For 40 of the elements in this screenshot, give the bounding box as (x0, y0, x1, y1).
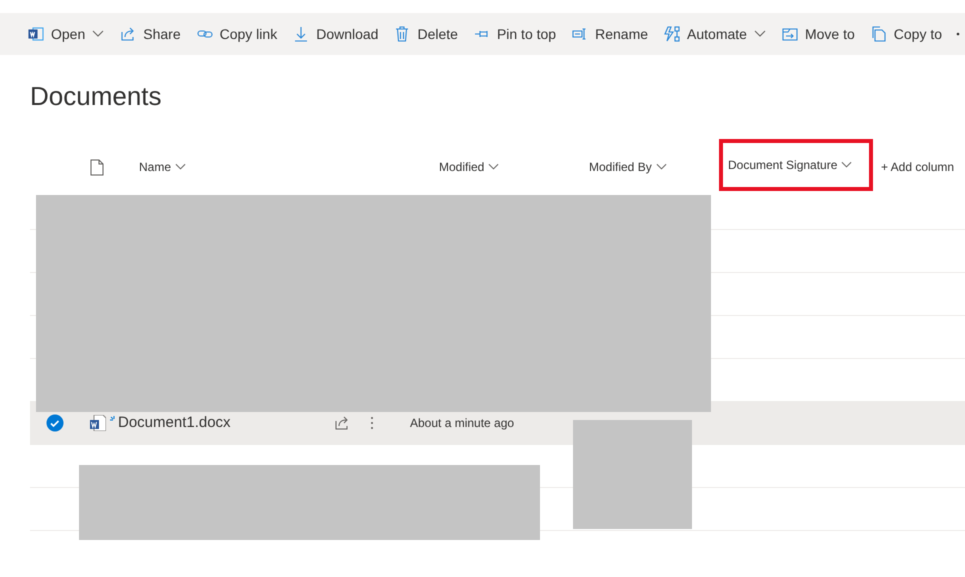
share-icon[interactable] (334, 415, 350, 431)
share-icon (120, 26, 136, 42)
move-to-icon (782, 26, 798, 42)
column-header[interactable]: Modified By (584, 147, 719, 187)
column-header[interactable]: Modified (434, 147, 584, 187)
word-document-icon (90, 415, 106, 431)
column-header[interactable]: Name (134, 147, 434, 187)
column-label: Modified By (589, 159, 652, 176)
toolbar-button[interactable]: Download (285, 13, 386, 55)
column-label: Document Signature (728, 157, 838, 174)
rename-icon (572, 26, 588, 42)
trash-icon (394, 26, 410, 42)
checkbox-icon[interactable] (46, 414, 64, 432)
download-icon (293, 26, 310, 42)
copy-icon (870, 26, 887, 42)
caret-icon (656, 163, 667, 171)
toolbar-button[interactable]: Pin to top (466, 13, 564, 55)
file-type-icon (90, 158, 104, 176)
flow-icon (664, 26, 680, 42)
toolbar-button[interactable]: Copy link (188, 13, 286, 55)
toolbar-button[interactable]: Move to (774, 13, 863, 55)
toolbar-button[interactable]: Rename (564, 13, 656, 55)
toolbar-button[interactable]: Automate (656, 13, 774, 55)
toolbar-button[interactable]: Copy to (862, 13, 950, 55)
toolbar-button[interactable]: Share (112, 13, 189, 55)
toolbar-button[interactable]: Open (20, 13, 112, 55)
caret-icon (488, 163, 500, 171)
add-column-button[interactable]: + Add column (881, 158, 954, 176)
column-label: Name (139, 159, 172, 176)
column-label: Modified (439, 159, 484, 176)
column-header[interactable]: Document Signature (719, 139, 873, 191)
toolbar-button[interactable]: Delete (386, 13, 466, 55)
modified-cell-text: About a minute ago (410, 415, 514, 432)
word-document-icon (28, 26, 44, 42)
caret-icon (175, 163, 186, 171)
page-title: Documents (30, 81, 162, 113)
more-icon[interactable] (956, 32, 960, 36)
more-options-icon[interactable] (370, 416, 374, 430)
file-name-link[interactable]: Document1.docx (118, 412, 328, 434)
caret-icon (841, 161, 852, 169)
